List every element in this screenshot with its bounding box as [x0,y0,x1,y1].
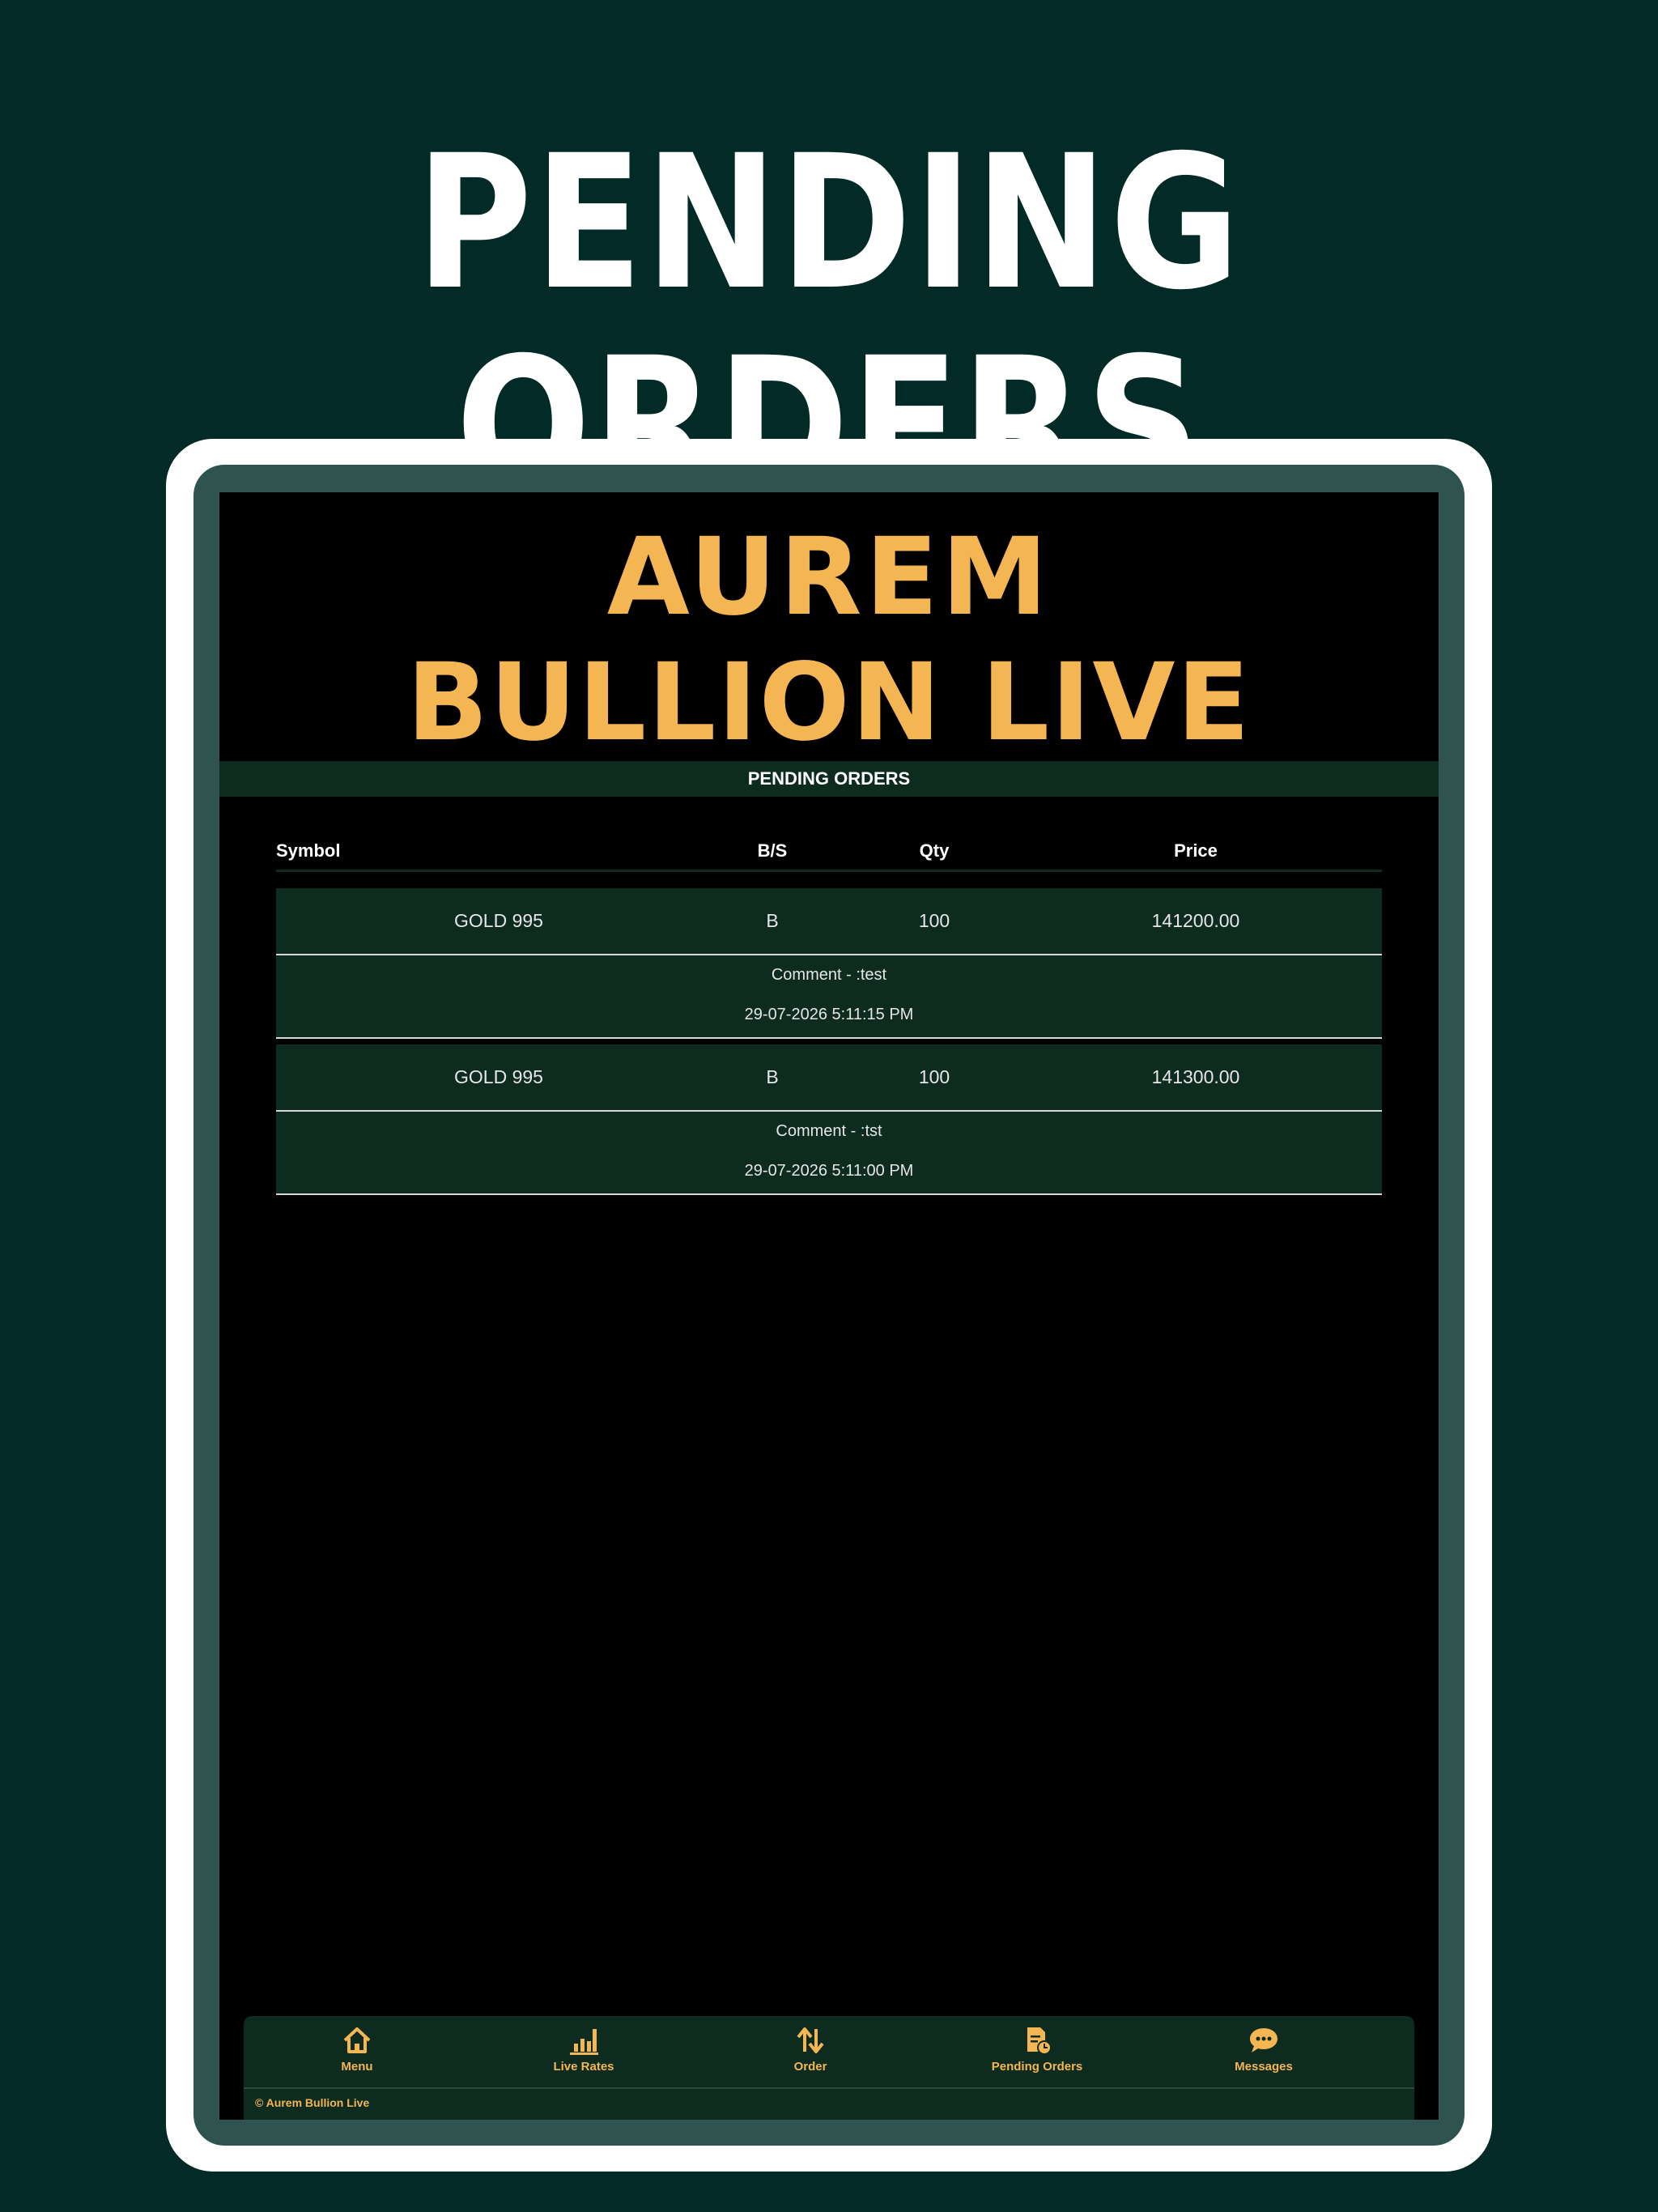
nav-label-pending-orders: Pending Orders [991,2060,1083,2074]
nav-item-live-rates[interactable]: Live Rates [503,2024,665,2074]
table-header: Symbol B/S Qty Price [276,832,1382,872]
nav-item-messages[interactable]: Messages [1183,2024,1345,2074]
home-icon [343,2027,371,2053]
chat-bubble-icon [1250,2028,1278,2052]
footer-copyright: © Aurem Bullion Live [255,2096,370,2109]
header-bs: B/S [757,840,788,861]
logo-line-1: AUREM [606,515,1052,640]
nav-label-live-rates: Live Rates [553,2060,614,2074]
brand-logo: AUREM BULLION LIVE [219,492,1439,764]
header-symbol: Symbol [276,840,341,861]
nav-item-order[interactable]: Order [729,2024,891,2074]
order-price: 141300.00 [1151,1066,1240,1087]
order-symbol: GOLD 995 [454,1066,543,1087]
bottom-nav: Menu Live Rates Order Pending Orders Mes… [244,2016,1414,2120]
nav-divider [244,2087,1414,2089]
app-screen: AUREM BULLION LIVE PENDING ORDERS Symbol… [219,492,1439,2120]
nav-label-messages: Messages [1235,2060,1293,2074]
tablet-frame: AUREM BULLION LIVE PENDING ORDERS Symbol… [166,439,1492,2172]
order-price: 141200.00 [1151,910,1240,931]
nav-label-menu: Menu [341,2060,373,2074]
page-title: PENDING ORDERS [219,761,1439,797]
order-qty: 100 [918,1066,950,1087]
order-row: GOLD 995 B 100 141200.00 [276,888,1382,955]
nav-item-pending-orders[interactable]: Pending Orders [956,2024,1118,2074]
order-comment: Comment - :test [771,966,887,984]
order-symbol: GOLD 995 [454,910,543,931]
order-qty: 100 [918,910,950,931]
logo-line-2: BULLION LIVE [406,640,1252,765]
order-bs: B [766,1066,779,1087]
order-row: GOLD 995 B 100 141300.00 [276,1044,1382,1112]
order-card[interactable]: GOLD 995 B 100 141300.00 Comment - :tst … [276,1044,1382,1195]
order-comment: Comment - :tst [776,1122,882,1140]
header-price: Price [1174,840,1218,861]
bar-chart-icon [570,2029,598,2055]
order-timestamp: 29-07-2026 5:11:15 PM [744,1006,914,1023]
tablet-bezel: AUREM BULLION LIVE PENDING ORDERS Symbol… [193,465,1465,2146]
nav-item-menu[interactable]: Menu [276,2024,438,2074]
header-qty: Qty [919,840,950,861]
pending-document-icon [1027,2027,1052,2055]
nav-label-order: Order [793,2060,827,2074]
order-bs: B [766,910,779,931]
order-card[interactable]: GOLD 995 B 100 141200.00 Comment - :test… [276,888,1382,1039]
up-down-arrows-icon [797,2027,824,2053]
order-timestamp: 29-07-2026 5:11:00 PM [744,1162,914,1180]
